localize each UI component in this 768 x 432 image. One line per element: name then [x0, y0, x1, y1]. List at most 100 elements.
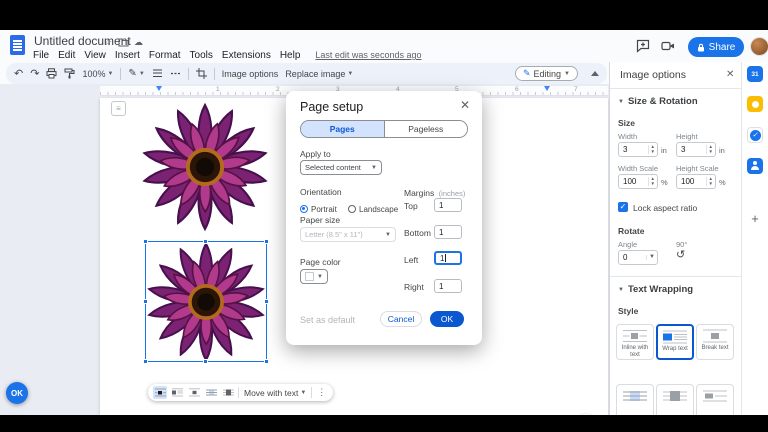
line-dash-button[interactable] [170, 68, 181, 79]
collapse-toolbar-icon[interactable] [591, 71, 599, 76]
flower-image-1[interactable] [139, 101, 271, 233]
wrap-style-card[interactable] [656, 384, 694, 415]
chevron-down-icon: ▼ [618, 286, 624, 293]
section-size-rotation[interactable]: ▼ Size & Rotation [618, 96, 698, 107]
wrap-text-button[interactable] [170, 386, 184, 399]
star-icon[interactable]: ☆ [104, 37, 112, 48]
wrap-inline-button[interactable] [153, 386, 167, 399]
height-scale-unit: % [719, 178, 726, 187]
contacts-icon[interactable] [747, 158, 763, 174]
menu-edit[interactable]: Edit [58, 50, 75, 61]
margin-bottom-input[interactable]: 1 [434, 225, 462, 239]
section-text-wrapping[interactable]: ▼ Text Wrapping [618, 284, 693, 295]
replace-image-button[interactable]: Replace image ▼ [285, 69, 353, 79]
behind-text-button[interactable] [204, 386, 218, 399]
wrap-style-card[interactable] [696, 384, 734, 415]
add-addon-icon[interactable]: + [747, 210, 763, 226]
paper-size-select[interactable]: Letter (8.5" x 11") ▼ [300, 227, 396, 242]
print-button[interactable] [46, 68, 57, 79]
share-button[interactable]: Share [688, 37, 744, 57]
resize-handle[interactable] [203, 359, 208, 364]
margin-top-input[interactable]: 1 [434, 198, 462, 212]
comment-icon[interactable] [636, 39, 650, 53]
floating-ok-badge[interactable]: OK [6, 382, 28, 404]
lock-aspect-ratio-checkbox[interactable]: ✓ [618, 202, 628, 212]
calendar-icon[interactable]: 31 [747, 66, 763, 82]
menu-extensions[interactable]: Extensions [222, 50, 271, 61]
tasks-icon[interactable]: ✓ [747, 127, 763, 143]
stepper-icon[interactable]: ▲ ▼ [647, 144, 657, 154]
tab-pages[interactable]: Pages [301, 121, 384, 137]
move-with-text-select[interactable]: Move with text ▼ [242, 388, 308, 398]
margin-left-input[interactable]: 1 [434, 251, 462, 265]
dialog-close-icon[interactable]: ✕ [458, 98, 472, 112]
document-title[interactable]: Untitled document [34, 34, 131, 48]
meet-video-icon[interactable] [661, 39, 675, 53]
keep-icon[interactable] [747, 96, 763, 112]
set-as-default-button[interactable]: Set as default [300, 315, 355, 325]
more-options-icon[interactable]: ⋮ [315, 387, 328, 398]
angle-input[interactable]: 0 ▼ [618, 250, 658, 265]
image-options-button[interactable]: Image options [222, 69, 279, 79]
width-scale-input[interactable]: 100 ▲ ▼ [618, 174, 658, 189]
cloud-status-icon[interactable]: ☁ [134, 37, 143, 48]
move-folder-icon[interactable] [118, 38, 129, 47]
stepper-icon[interactable]: ▲ ▼ [705, 176, 715, 186]
paint-format-button[interactable] [64, 68, 75, 79]
height-input[interactable]: 3 ▲ ▼ [676, 142, 716, 157]
rotate-90-button[interactable]: ↺ [676, 248, 685, 261]
wrap-style-wrap-card[interactable]: Wrap text [656, 324, 694, 360]
resize-handle[interactable] [264, 299, 269, 304]
orientation-landscape-radio[interactable]: Landscape [348, 199, 398, 217]
resize-handle[interactable] [203, 239, 208, 244]
cancel-button[interactable]: Cancel [380, 311, 422, 327]
ok-button[interactable]: OK [430, 311, 464, 327]
crop-button[interactable] [195, 68, 207, 79]
resize-handle[interactable] [264, 239, 269, 244]
height-scale-input[interactable]: 100 ▲ ▼ [676, 174, 716, 189]
height-unit: in [719, 146, 725, 155]
zoom-select[interactable]: 100% ▼ [82, 69, 113, 79]
stepper-icon[interactable]: ▲ ▼ [647, 176, 657, 186]
last-edit-link[interactable]: Last edit was seconds ago [315, 50, 421, 60]
wrap-style-inline-card[interactable]: Inline with text [616, 324, 654, 360]
menu-file[interactable]: File [33, 50, 49, 61]
chevron-down-icon[interactable]: ▼ [646, 255, 657, 260]
panel-close-icon[interactable]: ✕ [726, 69, 734, 80]
line-weight-button[interactable] [152, 68, 163, 79]
width-input[interactable]: 3 ▲ ▼ [618, 142, 658, 157]
document-outline-icon[interactable]: ≡ [111, 101, 126, 116]
resize-handle[interactable] [264, 359, 269, 364]
stepper-icon[interactable]: ▲ ▼ [705, 144, 715, 154]
editing-mode-button[interactable]: ✎ Editing ▼ [514, 66, 578, 81]
menu-format[interactable]: Format [149, 50, 181, 61]
menu-help[interactable]: Help [280, 50, 301, 61]
letterbox-top [0, 0, 768, 30]
wrap-style-label: Break text [701, 345, 729, 351]
height-scale-label: Height Scale [676, 164, 719, 173]
redo-button[interactable]: ↷ [30, 67, 39, 80]
apply-to-select[interactable]: Selected content ▼ [300, 160, 382, 175]
wrap-style-break-card[interactable]: Break text [696, 324, 734, 360]
wrap-style-card[interactable] [616, 384, 654, 415]
left-margin-marker[interactable] [156, 86, 162, 91]
margin-right-input[interactable]: 1 [434, 279, 462, 293]
resize-handle[interactable] [143, 239, 148, 244]
resize-handle[interactable] [143, 299, 148, 304]
docs-logo-icon[interactable] [10, 35, 25, 55]
menu-tools[interactable]: Tools [190, 50, 213, 61]
menu-insert[interactable]: Insert [115, 50, 140, 61]
width-scale-unit: % [661, 178, 668, 187]
undo-button[interactable]: ↶ [14, 67, 23, 80]
resize-handle[interactable] [143, 359, 148, 364]
pen-tool-button[interactable]: ✎ ▼ [128, 68, 144, 79]
account-avatar[interactable] [750, 37, 768, 56]
page-color-select[interactable]: ▼ [300, 269, 328, 284]
image-selection-box[interactable] [143, 239, 269, 364]
menu-view[interactable]: View [84, 50, 106, 61]
in-front-text-button[interactable] [221, 386, 235, 399]
tab-pageless[interactable]: Pageless [383, 121, 467, 137]
page-color-label: Page color [300, 257, 341, 267]
right-margin-marker[interactable] [544, 86, 550, 91]
break-text-button[interactable] [187, 386, 201, 399]
